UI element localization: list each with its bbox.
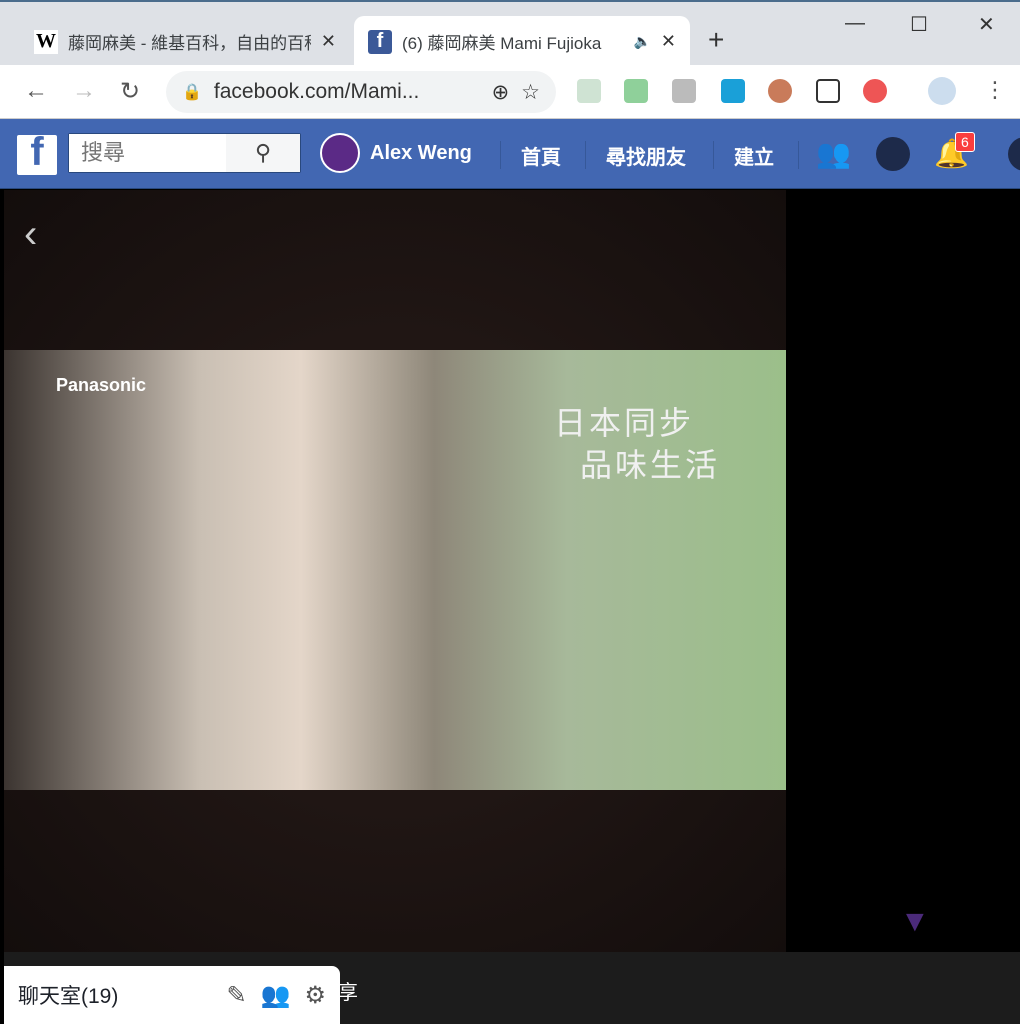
search-input[interactable] [69, 134, 226, 172]
wikipedia-icon: W [34, 29, 58, 54]
minimize-button[interactable]: — [845, 12, 865, 35]
extension-icon[interactable] [577, 79, 601, 103]
share-button[interactable]: 享 [338, 976, 358, 1005]
browser-toolbar: ← → ↻ 🔒 facebook.com/Mami... ⊕ ☆ ⋮ [0, 65, 1020, 119]
extension-icon[interactable] [672, 79, 696, 103]
brand-logo: Panasonic [56, 375, 147, 395]
new-tab-button[interactable]: + [708, 24, 724, 56]
extension-icon[interactable] [863, 79, 887, 103]
tab-wikipedia[interactable]: W 藤岡麻美 - 維基百科，自由的百科全書 ✕ [20, 16, 350, 67]
tab-bar: W 藤岡麻美 - 維基百科，自由的百科全書 ✕ f (6) 藤岡麻美 Mami … [0, 0, 1020, 67]
chat-bar[interactable]: 聊天室(19) ✎ 👥 ⚙ [4, 966, 340, 1024]
profile-avatar[interactable] [928, 77, 956, 105]
photo-viewer: ‹ Panasonic 日本同步 品味生活 [4, 190, 786, 952]
nav-home[interactable]: 首頁 [521, 141, 561, 170]
nav-create[interactable]: 建立 [734, 141, 774, 170]
profile-link[interactable]: Alex Weng [320, 133, 472, 173]
gear-icon[interactable]: ⚙ [304, 981, 326, 1010]
menu-icon[interactable]: ⋮ [984, 77, 1006, 103]
slogan-line: 品味生活 [580, 446, 721, 484]
tab-facebook[interactable]: f (6) 藤岡麻美 Mami Fujioka 🔈 ✕ [354, 16, 690, 67]
search-box: ⚲ [68, 133, 301, 173]
bookmark-star-icon[interactable]: ☆ [521, 80, 540, 105]
close-tab-icon[interactable]: ✕ [661, 31, 676, 52]
messenger-icon[interactable] [876, 137, 910, 171]
facebook-logo[interactable]: f [17, 135, 57, 175]
maximize-button[interactable]: ☐ [910, 12, 928, 37]
address-bar[interactable]: 🔒 facebook.com/Mami... ⊕ ☆ [166, 71, 556, 113]
screenshot-icon[interactable] [816, 79, 840, 103]
close-window-button[interactable]: ✕ [978, 12, 995, 37]
forward-button[interactable]: → [72, 77, 96, 105]
reload-button[interactable]: ↻ [120, 77, 140, 106]
watermark-logo: ▼ [900, 905, 930, 938]
extension-icon[interactable] [768, 79, 792, 103]
compose-icon[interactable]: ✎ [226, 981, 246, 1010]
help-icon[interactable] [1008, 137, 1020, 171]
back-button[interactable]: ← [24, 77, 48, 105]
new-group-icon[interactable]: 👥 [261, 981, 291, 1010]
video-player[interactable]: Panasonic 日本同步 品味生活 [4, 350, 786, 790]
close-tab-icon[interactable]: ✕ [321, 31, 336, 52]
speaker-icon[interactable]: 🔈 [633, 33, 650, 50]
friend-requests-icon[interactable]: 👥 [816, 137, 851, 171]
nav-find-friends[interactable]: 尋找朋友 [606, 141, 686, 170]
facebook-header: f ⚲ Alex Weng 首頁 尋找朋友 建立 👥 🔔 6 [0, 119, 1020, 189]
search-icon[interactable]: ⚲ [226, 134, 300, 172]
lock-icon: 🔒 [182, 84, 202, 101]
slogan-line: 日本同步 [554, 404, 695, 442]
extension-icon[interactable] [624, 79, 648, 103]
extension-icon[interactable] [721, 79, 745, 103]
facebook-icon: f [368, 29, 392, 54]
notification-badge: 6 [955, 132, 975, 152]
avatar [320, 133, 360, 173]
zoom-icon[interactable]: ⊕ [492, 80, 510, 105]
chevron-left-icon[interactable]: ‹ [24, 212, 37, 257]
